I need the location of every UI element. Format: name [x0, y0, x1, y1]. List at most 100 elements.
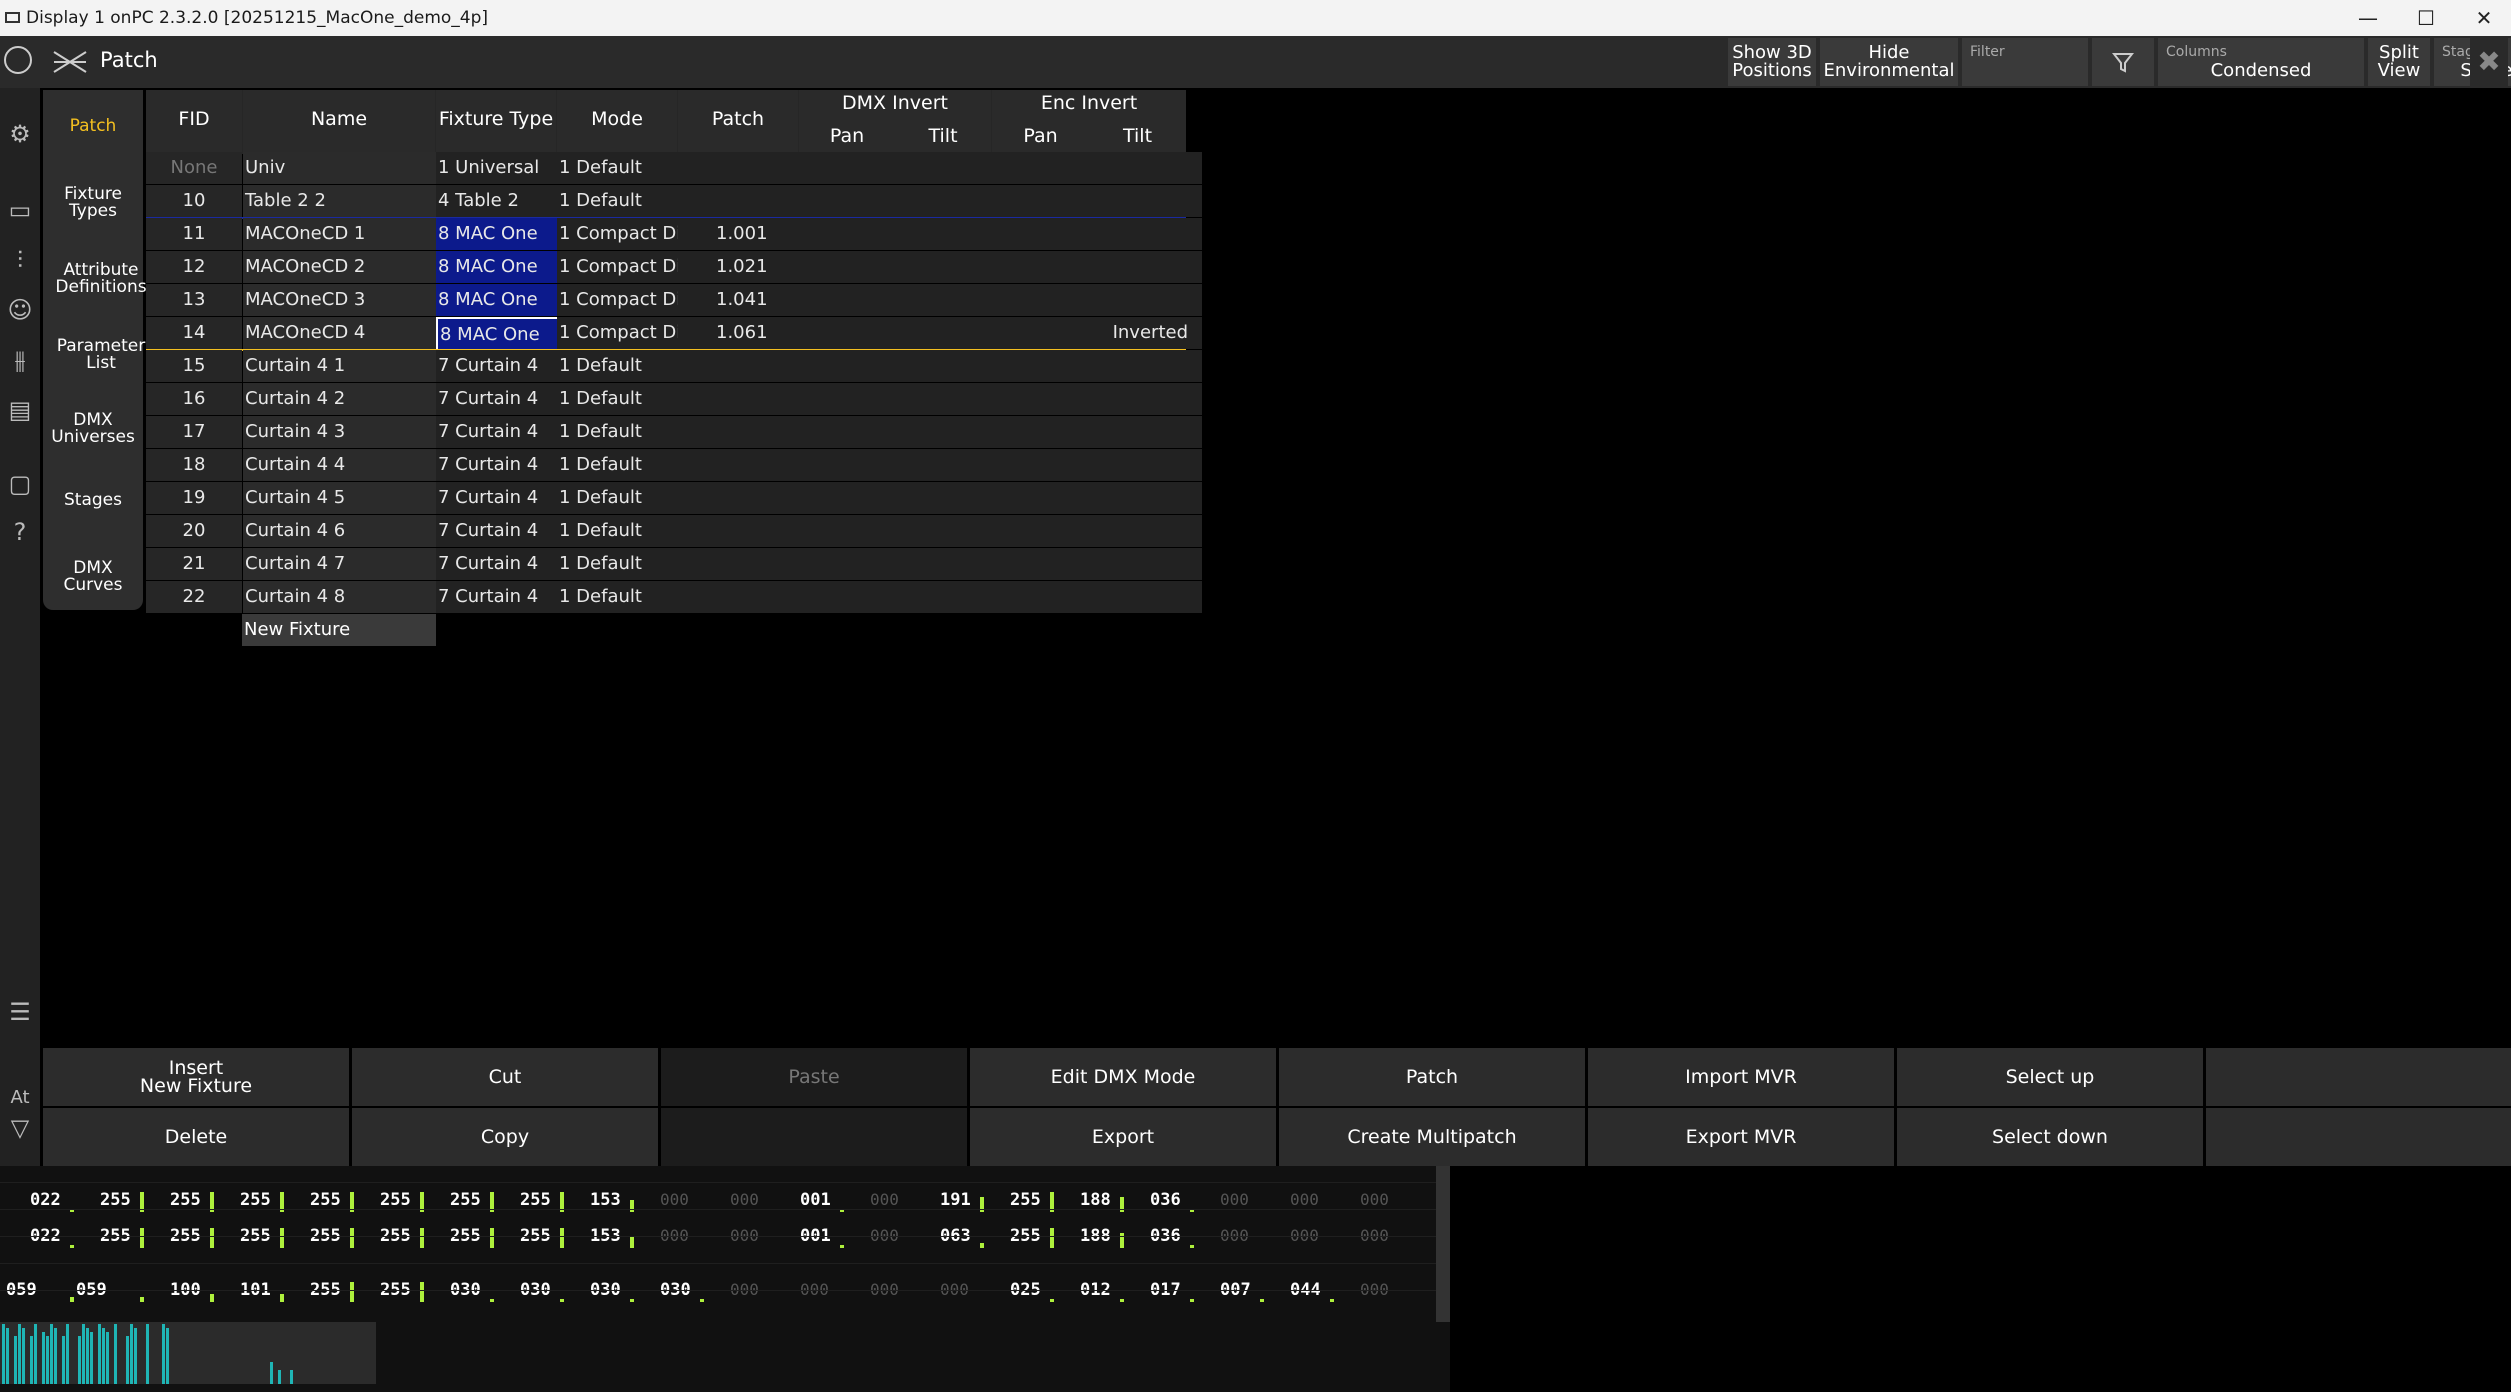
- cell-mode[interactable]: 1 Default: [557, 515, 679, 547]
- cell-enc[interactable]: [992, 185, 1202, 217]
- cell-type[interactable]: 8 MAC One: [436, 284, 558, 316]
- cell-enc[interactable]: [992, 416, 1202, 448]
- col-dmx-invert-tilt[interactable]: Tilt: [895, 125, 991, 147]
- dmx-value[interactable]: 255: [170, 1190, 201, 1210]
- cell-enc[interactable]: Inverted: [992, 317, 1202, 349]
- cell-fid[interactable]: 20: [146, 515, 242, 547]
- cell-enc[interactable]: [992, 152, 1202, 184]
- minimize-button[interactable]: —: [2340, 2, 2396, 34]
- dmx-value[interactable]: 000: [1220, 1190, 1249, 1209]
- cell-mode[interactable]: 1 Default: [557, 548, 679, 580]
- cell-dmx[interactable]: [799, 251, 993, 283]
- cell-name[interactable]: Curtain 4 6: [243, 515, 437, 547]
- col-dmx-invert[interactable]: DMX Invert: [799, 92, 991, 114]
- fader-icon[interactable]: ⫶: [6, 246, 34, 274]
- monitor-icon[interactable]: ▢: [6, 470, 34, 498]
- export-mvr-button[interactable]: Export MVR: [1588, 1108, 1894, 1166]
- cell-dmx[interactable]: [799, 548, 993, 580]
- cell-fid[interactable]: 15: [146, 350, 242, 382]
- dmx-value[interactable]: 255: [450, 1190, 481, 1210]
- table-row[interactable]: 18 Curtain 4 47 Curtain 41 Default: [146, 449, 1202, 481]
- cell-fid[interactable]: 22: [146, 581, 242, 613]
- cell-enc[interactable]: [992, 383, 1202, 415]
- table-row[interactable]: 10 Table 2 24 Table 21 Default: [146, 185, 1202, 219]
- cell-mode[interactable]: 1 Compact Dire: [557, 317, 679, 349]
- col-enc-invert-tilt[interactable]: Tilt: [1089, 125, 1186, 147]
- cell-fid[interactable]: 16: [146, 383, 242, 415]
- dmx-value[interactable]: 255: [520, 1190, 551, 1210]
- dmx-value[interactable]: 036: [1150, 1190, 1181, 1210]
- cell-fid[interactable]: 19: [146, 482, 242, 514]
- cell-dmx[interactable]: [799, 185, 993, 217]
- dmx-value[interactable]: 255: [1010, 1190, 1041, 1210]
- new-fixture-cell[interactable]: New Fixture: [242, 614, 436, 646]
- gear-icon[interactable]: ⚙: [6, 120, 34, 148]
- cell-mode[interactable]: 1 Default: [557, 350, 679, 382]
- import-mvr-button[interactable]: Import MVR: [1588, 1048, 1894, 1106]
- empty-button-bottom-left[interactable]: [661, 1108, 967, 1166]
- cell-mode[interactable]: 1 Default: [557, 383, 679, 415]
- table-row[interactable]: 13MACOneCD 38 MAC One1 Compact Dire1.041: [146, 284, 1202, 316]
- cell-fid[interactable]: 18: [146, 449, 242, 481]
- table-row[interactable]: None Univ 1 Universal 1 Default: [146, 152, 1202, 184]
- select-down-button[interactable]: Select down: [1897, 1108, 2203, 1166]
- cell-mode[interactable]: 1 Compact Dire: [557, 284, 679, 316]
- cell-name[interactable]: Curtain 4 8: [243, 581, 437, 613]
- layout-icon[interactable]: ▭: [6, 196, 34, 224]
- cell-type[interactable]: 7 Curtain 4: [436, 383, 558, 415]
- cell-name[interactable]: Curtain 4 1: [243, 350, 437, 382]
- cell-type[interactable]: 8 MAC One: [436, 218, 558, 250]
- dmx-value[interactable]: 153: [590, 1190, 621, 1210]
- table-row[interactable]: 11MACOneCD 18 MAC One1 Compact Dire1.001: [146, 218, 1202, 250]
- cell-type[interactable]: 1 Universal: [436, 152, 558, 184]
- cell-mode[interactable]: 1 Default: [557, 581, 679, 613]
- cell-dmx[interactable]: [799, 284, 993, 316]
- cell-fid[interactable]: None: [146, 152, 242, 184]
- dmx-value[interactable]: 022: [30, 1190, 61, 1210]
- cell-fid[interactable]: 21: [146, 548, 242, 580]
- maximize-button[interactable]: ☐: [2398, 2, 2454, 34]
- dmx-value[interactable]: 191: [940, 1190, 971, 1210]
- select-up-button[interactable]: Select up: [1897, 1048, 2203, 1106]
- columns-select[interactable]: Columns Condensed: [2158, 38, 2364, 86]
- cell-mode[interactable]: 1 Default: [557, 449, 679, 481]
- table-row[interactable]: 16 Curtain 4 27 Curtain 41 Default: [146, 383, 1202, 415]
- power-icon[interactable]: [4, 46, 32, 74]
- cell-mode[interactable]: 1 Compact Dire: [557, 251, 679, 283]
- col-enc-invert-pan[interactable]: Pan: [992, 125, 1089, 147]
- cut-button[interactable]: Cut: [352, 1048, 658, 1106]
- filter-button[interactable]: [2092, 38, 2154, 86]
- cell-dmx[interactable]: [799, 581, 993, 613]
- cell-enc[interactable]: [992, 548, 1202, 580]
- cell-dmx[interactable]: [799, 152, 993, 184]
- empty-button-bottom-right[interactable]: [2206, 1108, 2511, 1166]
- cell-name[interactable]: Curtain 4 5: [243, 482, 437, 514]
- insert-new-fixture-button[interactable]: Insert New Fixture: [43, 1048, 349, 1106]
- patch-button[interactable]: Patch: [1279, 1048, 1585, 1106]
- filter-input[interactable]: Filter: [1962, 38, 2088, 86]
- cell-fid[interactable]: 13: [146, 284, 242, 316]
- cell-name[interactable]: Curtain 4 4: [243, 449, 437, 481]
- cell-name[interactable]: MACOneCD 1: [243, 218, 437, 250]
- export-button[interactable]: Export: [970, 1108, 1276, 1166]
- cell-mode[interactable]: 1 Default: [557, 482, 679, 514]
- cell-dmx[interactable]: [799, 482, 993, 514]
- cell-name[interactable]: Table 2 2: [243, 185, 437, 217]
- cell-type[interactable]: 7 Curtain 4: [436, 515, 558, 547]
- menu-dmx-universes[interactable]: DMX Universes: [43, 412, 143, 446]
- dmx-value[interactable]: 000: [1290, 1190, 1319, 1209]
- col-name[interactable]: Name: [243, 108, 435, 130]
- table-row[interactable]: 22 Curtain 4 87 Curtain 41 Default: [146, 581, 1202, 613]
- cell-type[interactable]: 7 Curtain 4: [436, 581, 558, 613]
- paste-button[interactable]: Paste: [661, 1048, 967, 1106]
- split-view-button[interactable]: Split View: [2368, 38, 2430, 86]
- cell-fid[interactable]: 10: [146, 185, 242, 217]
- cell-dmx[interactable]: [799, 416, 993, 448]
- table-row[interactable]: 20 Curtain 4 67 Curtain 41 Default: [146, 515, 1202, 547]
- cell-name[interactable]: Curtain 4 3: [243, 416, 437, 448]
- cell-name[interactable]: Curtain 4 2: [243, 383, 437, 415]
- col-enc-invert[interactable]: Enc Invert: [992, 92, 1186, 114]
- cell-mode[interactable]: 1 Default: [557, 185, 679, 217]
- cell-enc[interactable]: [992, 350, 1202, 382]
- menu-patch[interactable]: Patch: [43, 118, 143, 135]
